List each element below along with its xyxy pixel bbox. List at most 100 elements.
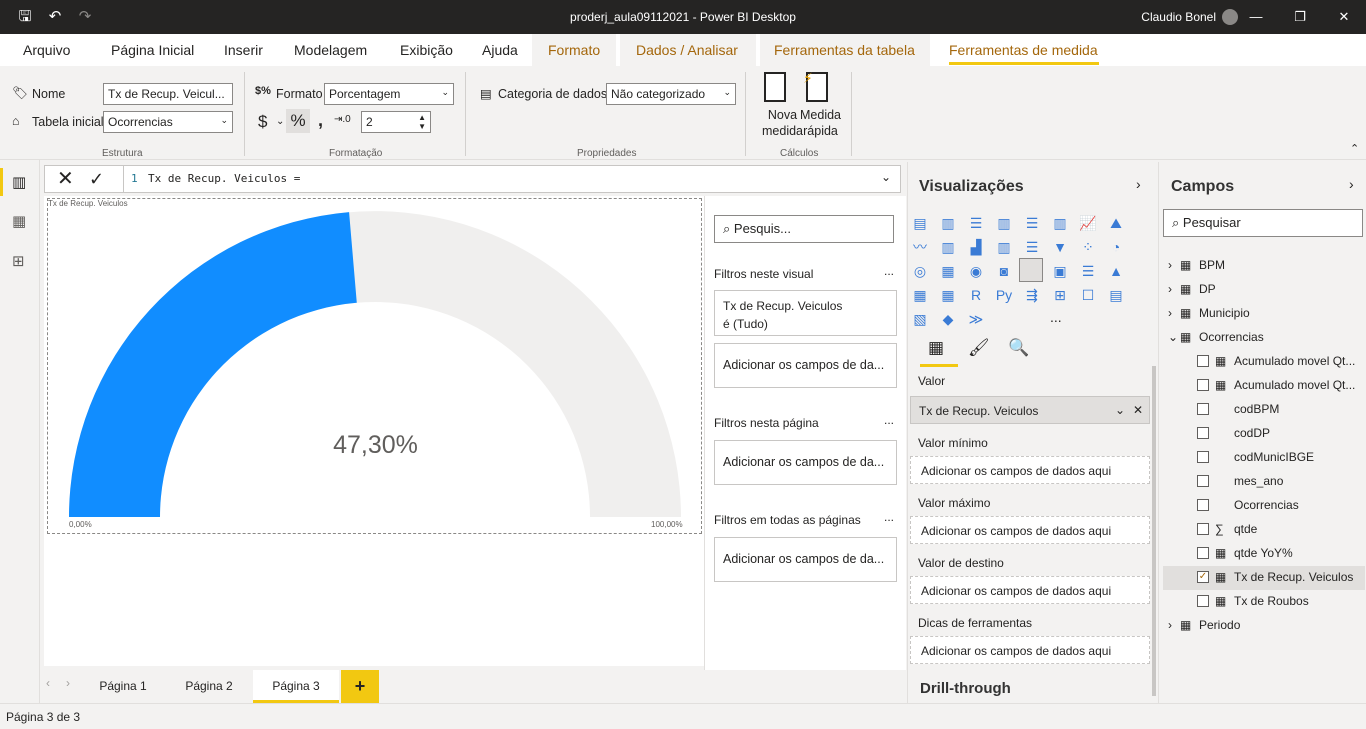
chevron-down-icon[interactable]: ⌄ — [276, 116, 284, 127]
treemap-icon[interactable]: ▦ — [937, 261, 959, 281]
pie-icon[interactable]: ◔ — [1105, 237, 1127, 257]
tab-ferramentas-tabela[interactable]: Ferramentas da tabela — [774, 42, 915, 58]
cancel-formula-icon[interactable]: ✕ — [57, 168, 74, 190]
stacked-area-icon[interactable]: 〰 — [909, 237, 931, 257]
checkbox[interactable] — [1197, 523, 1209, 535]
funnel-icon[interactable]: ▼ — [1049, 237, 1071, 257]
tab-dados-analisar[interactable]: Dados / Analisar — [636, 42, 738, 58]
tab-ferramentas-medida[interactable]: Ferramentas de medida — [949, 42, 1098, 58]
nome-input[interactable]: Tx de Recup. Veicul... — [103, 83, 233, 105]
fields-search-input[interactable]: ⌕ Pesquisar — [1163, 209, 1363, 237]
add-page-button[interactable]: + — [341, 670, 379, 703]
power-apps-icon[interactable]: ◆ — [937, 309, 959, 329]
chevron-right-icon[interactable]: › — [1168, 613, 1172, 637]
gauge-visual[interactable]: Tx de Recup. Veiculos 47,30% 0,00% 100,0… — [47, 198, 702, 534]
field-item[interactable]: ▦ Acumulado movel Qt... — [1168, 349, 1364, 373]
table-node[interactable]: › ▦ Municipio — [1168, 301, 1364, 325]
chevron-right-icon[interactable]: › — [1168, 253, 1172, 277]
scatter-icon[interactable]: ⁘ — [1077, 237, 1099, 257]
checkbox[interactable] — [1197, 451, 1209, 463]
paginated-icon[interactable]: ▧ — [909, 309, 931, 329]
page-tab-3[interactable]: Página 3 — [253, 670, 339, 703]
field-item[interactable]: ✓ ▦ Tx de Recup. Veiculos — [1168, 565, 1364, 589]
chevron-right-icon[interactable]: › — [1168, 277, 1172, 301]
chevron-right-icon[interactable]: › — [1136, 176, 1141, 192]
line-icon[interactable]: 📈 — [1077, 213, 1099, 233]
tab-pagina-inicial[interactable]: Página Inicial — [111, 42, 194, 58]
field-item[interactable]: ▦ Acumulado movel Qt... — [1168, 373, 1364, 397]
nova-medida-button[interactable]: Nova medida — [762, 107, 803, 139]
more-options-icon[interactable]: ... — [884, 510, 894, 524]
valor-maximo-well[interactable]: Adicionar os campos de dados aqui — [910, 516, 1150, 544]
add-page-filter-well[interactable]: Adicionar os campos de da... — [714, 440, 897, 485]
table-node[interactable]: › ▦ BPM — [1168, 253, 1364, 277]
chevron-right-icon[interactable]: › — [1168, 301, 1172, 325]
tab-exibicao[interactable]: Exibição — [400, 42, 453, 58]
chevron-down-icon[interactable]: ⌄ — [881, 170, 891, 184]
field-item[interactable]: Ocorrencias — [1168, 493, 1364, 517]
medida-rapida-button[interactable]: Medida rápida — [800, 107, 841, 139]
categoria-select[interactable]: Não categorizado ⌄ — [606, 83, 736, 105]
field-item[interactable]: codDP — [1168, 421, 1364, 445]
chevron-left-icon[interactable]: ‹ — [46, 676, 50, 690]
checkbox[interactable] — [1197, 403, 1209, 415]
restore-icon[interactable]: ❐ — [1278, 0, 1322, 34]
tab-modelagem[interactable]: Modelagem — [294, 42, 367, 58]
calculator-icon[interactable] — [764, 72, 786, 102]
more-options-icon[interactable]: ... — [884, 264, 894, 278]
qa-icon[interactable]: ☐ — [1077, 285, 1099, 305]
valor-minimo-well[interactable]: Adicionar os campos de dados aqui — [910, 456, 1150, 484]
field-item[interactable]: ▦ qtde YoY% — [1168, 541, 1364, 565]
100-bar-icon[interactable]: ☰ — [1021, 213, 1043, 233]
more-visuals-icon[interactable]: ... — [1050, 309, 1062, 325]
add-all-filter-well[interactable]: Adicionar os campos de da... — [714, 537, 897, 582]
field-item[interactable]: mes_ano — [1168, 469, 1364, 493]
more-options-icon[interactable]: ... — [884, 413, 894, 427]
line-clustered-icon[interactable]: ▟ — [965, 237, 987, 257]
currency-button[interactable]: $ — [258, 112, 267, 132]
multi-row-card-icon[interactable]: ☰ — [1077, 261, 1099, 281]
tab-arquivo[interactable]: Arquivo — [23, 42, 70, 58]
add-visual-filter-well[interactable]: Adicionar os campos de da... — [714, 343, 897, 388]
chevron-down-icon[interactable]: ⌄ — [1168, 325, 1178, 349]
tab-inserir[interactable]: Inserir — [224, 42, 263, 58]
data-view-icon[interactable]: ▦ — [12, 212, 26, 230]
checkbox[interactable] — [1197, 499, 1209, 511]
card-icon[interactable]: ▣ — [1049, 261, 1071, 281]
checkbox[interactable] — [1197, 355, 1209, 367]
applied-filter-card[interactable]: Tx de Recup. Veiculos é (Tudo) — [714, 290, 897, 336]
report-view-icon[interactable]: ▥ — [12, 173, 26, 191]
chevron-right-icon[interactable]: › — [66, 676, 70, 690]
decomposition-icon[interactable]: ⊞ — [1049, 285, 1071, 305]
area-icon[interactable]: ⛰ — [1105, 213, 1127, 233]
map-icon[interactable]: ◉ — [965, 261, 987, 281]
r-visual-icon[interactable]: R — [965, 285, 987, 305]
page-tab-2[interactable]: Página 2 — [170, 670, 248, 703]
checkbox[interactable] — [1197, 547, 1209, 559]
filter-search-input[interactable]: ⌕ Pesquis... — [714, 215, 894, 243]
tabela-select[interactable]: Ocorrencias ⌄ — [103, 111, 233, 133]
field-item[interactable]: ∑ qtde — [1168, 517, 1364, 541]
table-node[interactable]: › ▦ DP — [1168, 277, 1364, 301]
checkbox[interactable] — [1197, 595, 1209, 607]
waterfall-icon[interactable]: ☰ — [1021, 237, 1043, 257]
table-node[interactable]: › ▦ Periodo — [1168, 613, 1364, 637]
checkbox[interactable] — [1197, 475, 1209, 487]
dicas-well[interactable]: Adicionar os campos de dados aqui — [910, 636, 1150, 664]
tab-ajuda[interactable]: Ajuda — [482, 42, 518, 58]
minimize-icon[interactable]: — — [1234, 0, 1278, 34]
format-paint-icon[interactable]: 🖌 — [968, 338, 990, 358]
100-column-icon[interactable]: ▥ — [1049, 213, 1071, 233]
table-icon[interactable]: ▦ — [937, 285, 959, 305]
checkbox[interactable]: ✓ — [1197, 571, 1209, 583]
checkbox[interactable] — [1197, 379, 1209, 391]
fields-tab-icon[interactable]: ▦ — [928, 338, 944, 358]
remove-field-icon[interactable]: ✕ — [1133, 403, 1143, 417]
formato-select[interactable]: Porcentagem ⌄ — [324, 83, 454, 105]
commit-formula-icon[interactable]: ✓ — [89, 168, 104, 190]
ribbon-icon[interactable]: ▥ — [993, 237, 1015, 257]
field-item[interactable]: codMunicIBGE — [1168, 445, 1364, 469]
field-item[interactable]: ▦ Tx de Roubos — [1168, 589, 1364, 613]
python-visual-icon[interactable]: Py — [993, 285, 1015, 305]
table-node[interactable]: ⌄ ▦ Ocorrencias — [1168, 325, 1364, 349]
